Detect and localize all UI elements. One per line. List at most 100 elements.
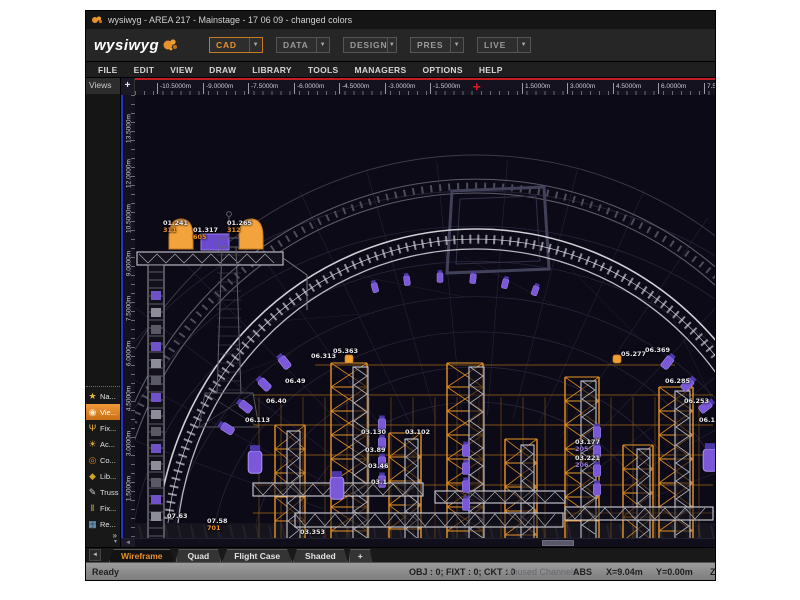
scroll-thumb[interactable] xyxy=(542,540,574,546)
menu-item-view[interactable]: VIEW xyxy=(162,65,201,75)
mode-label: LIVE xyxy=(478,40,517,50)
left-truss-column xyxy=(148,265,164,538)
h-ruler-label: 3.0000m xyxy=(567,83,595,94)
h-ruler-label: 1.5000m xyxy=(522,83,550,94)
menu-item-file[interactable]: FILE xyxy=(90,65,126,75)
fixture-channel: 311 xyxy=(163,227,188,234)
fixture-label[interactable]: 03.1 xyxy=(371,479,387,486)
fixture-label[interactable]: 01.265312 xyxy=(227,220,252,234)
tab-wireframe[interactable]: Wireframe xyxy=(109,549,175,562)
fixture-label[interactable]: 03.177205 xyxy=(575,439,600,453)
tab-shaded[interactable]: Shaded xyxy=(293,549,348,562)
fixture-id: 03.46 xyxy=(368,462,389,470)
chevron-down-icon: ▾ xyxy=(86,539,117,546)
scroll-left-arrow[interactable]: ◄ xyxy=(121,539,135,547)
status-ready: Ready xyxy=(92,567,119,577)
tab-scroll-left-button[interactable]: ◄ xyxy=(89,549,101,561)
v-ruler-label: 7.5000m xyxy=(126,289,133,329)
menu-item-options[interactable]: OPTIONS xyxy=(414,65,470,75)
fixture-icon: Ψ xyxy=(87,423,98,433)
ruler-origin-marker: ✛ xyxy=(473,81,481,93)
star-icon: ★ xyxy=(87,391,98,402)
fixture-id: 03.130 xyxy=(361,428,386,436)
mode-switcher: CAD▼DATA▼DESIGN▼PRES▼LIVE▼ xyxy=(209,37,531,53)
fixture-label[interactable]: 06.285 xyxy=(665,378,690,385)
chevron-down-icon: ▼ xyxy=(249,38,262,52)
fixture-label[interactable]: 03.89 xyxy=(365,447,386,454)
fixture-label[interactable]: 03.46 xyxy=(368,463,389,470)
horizontal-ruler[interactable]: -10.5000m-9.0000m-7.5000m-6.0000m-4.5000… xyxy=(135,78,715,95)
v-ruler-label: 3.0000m xyxy=(126,424,133,464)
status-x-coord: X=9.04m xyxy=(606,567,643,577)
shortcut-item-8[interactable]: ▦Re... xyxy=(86,516,120,532)
mode-button-data[interactable]: DATA▼ xyxy=(276,37,330,53)
fixture-label[interactable]: 03.221206 xyxy=(575,455,600,469)
shortcut-label: Truss xyxy=(100,488,118,497)
shortcut-overflow-button[interactable]: » ▾ xyxy=(86,532,120,547)
shortcut-label: Fix... xyxy=(100,424,116,433)
render-icon: ▦ xyxy=(87,519,98,530)
fixture-label[interactable]: 06.253 xyxy=(684,398,709,405)
view-tab-bar: ◄ WireframeQuadFlight CaseShaded+ xyxy=(86,547,715,562)
fixture-id: 06.253 xyxy=(684,397,709,405)
v-ruler-label: 10.5000m xyxy=(126,199,133,239)
views-panel-header: Views xyxy=(86,78,120,94)
shortcut-item-1[interactable]: ◉Vie... xyxy=(86,404,120,420)
fixture-label[interactable]: 03.102 xyxy=(405,429,430,436)
menu-item-help[interactable]: HELP xyxy=(471,65,511,75)
mode-button-design[interactable]: DESIGN▼ xyxy=(343,37,397,53)
menu-item-tools[interactable]: TOOLS xyxy=(300,65,347,75)
menu-item-managers[interactable]: MANAGERS xyxy=(346,65,414,75)
views-panel-body[interactable] xyxy=(86,94,120,386)
h-ruler-label: -7.5000m xyxy=(248,83,278,94)
shortcut-item-4[interactable]: ◎Co... xyxy=(86,452,120,468)
shortcut-item-6[interactable]: ✎Truss xyxy=(86,484,120,500)
fixture-label[interactable]: 03.353 xyxy=(300,529,325,536)
mode-button-pres[interactable]: PRES▼ xyxy=(410,37,464,53)
shortcut-item-3[interactable]: ☀Ac... xyxy=(86,436,120,452)
fixture-label[interactable]: 06.40 xyxy=(266,398,287,405)
fixture-label[interactable]: 01.241311 xyxy=(163,220,188,234)
stage-canvas-svg xyxy=(135,95,715,538)
fixture-label[interactable]: 06.177 xyxy=(699,417,715,424)
fixture-label[interactable]: 05.363 xyxy=(333,348,358,355)
rear-arch-truss xyxy=(135,155,715,538)
status-y-coord: Y=0.00m xyxy=(656,567,693,577)
mode-button-cad[interactable]: CAD▼ xyxy=(209,37,263,53)
shortcut-item-0[interactable]: ★Na... xyxy=(86,388,120,404)
mode-button-live[interactable]: LIVE▼ xyxy=(477,37,531,53)
menu-item-draw[interactable]: DRAW xyxy=(201,65,244,75)
ruler-origin-button[interactable]: + xyxy=(121,78,135,95)
menu-item-edit[interactable]: EDIT xyxy=(126,65,163,75)
fixture-id: 06.369 xyxy=(645,346,670,354)
vertical-ruler[interactable]: 13.5000m12.0000m10.5000m9.0000m7.5000m6.… xyxy=(121,95,135,538)
menu-item-library[interactable]: LIBRARY xyxy=(244,65,300,75)
horizontal-ruler-row: + -10.5000m-9.0000m-7.5000m-6.0000m-4.50… xyxy=(121,78,715,95)
tab-quad[interactable]: Quad xyxy=(176,549,222,562)
shortcut-item-7[interactable]: ‖Fix... xyxy=(86,500,120,516)
v-ruler-label: 6.0000m xyxy=(126,334,133,374)
fixture-label[interactable]: 06.369 xyxy=(645,347,670,354)
h-ruler-label: 6.0000m xyxy=(658,83,686,94)
fixture-label[interactable]: 06.113 xyxy=(245,417,270,424)
shortcut-item-5[interactable]: ◆Lib... xyxy=(86,468,120,484)
fixture-label[interactable]: 07.58701 xyxy=(207,518,228,532)
fixture-label[interactable]: 06.49 xyxy=(285,378,306,385)
scroll-track[interactable] xyxy=(135,539,715,547)
mode-label: PRES xyxy=(411,40,450,50)
fixture-label[interactable]: 03.130 xyxy=(361,429,386,436)
app-header: wysiwyg CAD▼DATA▼DESIGN▼PRES▼LIVE▼ xyxy=(86,29,715,62)
shortcut-item-2[interactable]: ΨFix... xyxy=(86,420,120,436)
stage-canvas[interactable]: 01.24131101.26531201.31760506.31305.3630… xyxy=(135,95,715,538)
fixture-id: 06.40 xyxy=(266,397,287,405)
fixture-label[interactable]: 05.277 xyxy=(621,351,646,358)
fixture-id: 03.353 xyxy=(300,528,325,536)
fixture-label[interactable]: 01.317605 xyxy=(193,227,218,241)
fixture-id: 06.113 xyxy=(245,416,270,424)
tab-flight-case[interactable]: Flight Case xyxy=(222,549,292,562)
fixture-label[interactable]: 07.63 xyxy=(167,513,188,520)
v-ruler-label: 1.5000m xyxy=(126,469,133,509)
tab--[interactable]: + xyxy=(349,549,372,562)
main-area: Views ★Na...◉Vie...ΨFix...☀Ac...◎Co...◆L… xyxy=(86,78,715,547)
fixture-id: 07.63 xyxy=(167,512,188,520)
